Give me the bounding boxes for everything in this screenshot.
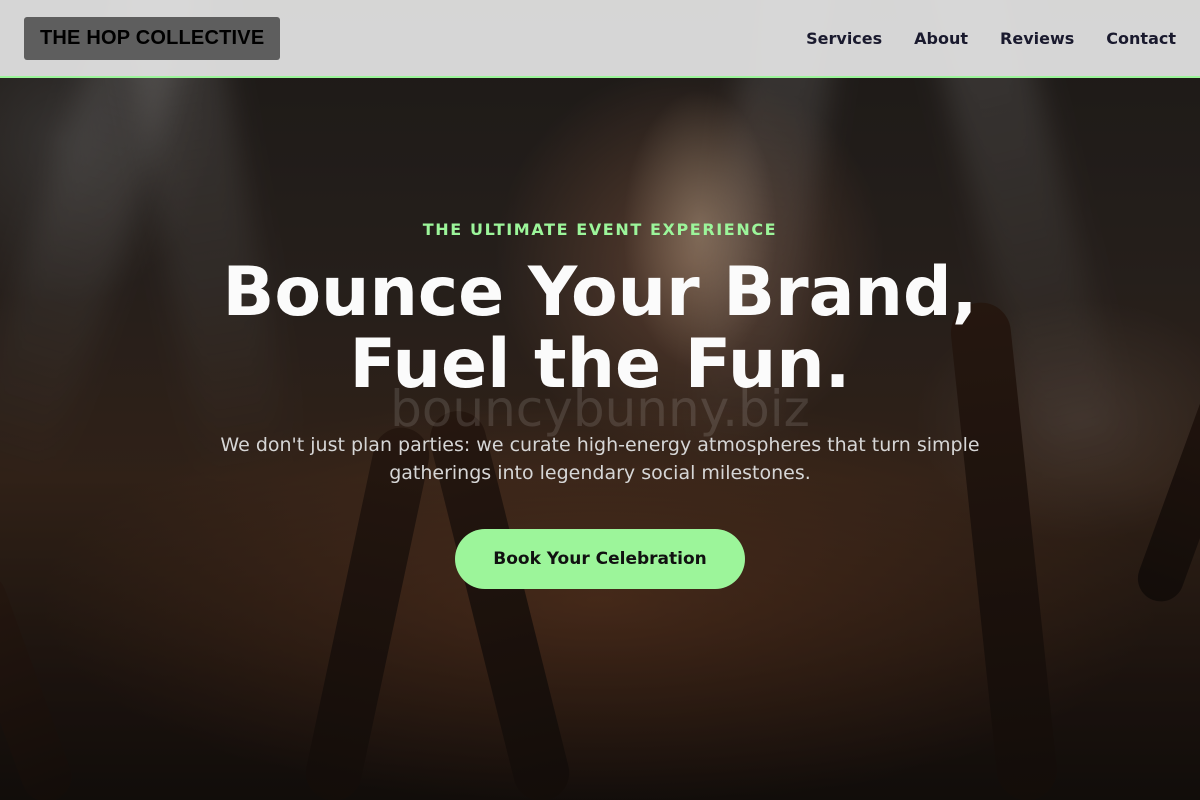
- nav-link-contact[interactable]: Contact: [1106, 29, 1176, 48]
- nav-link-reviews[interactable]: Reviews: [1000, 29, 1074, 48]
- nav-link-services[interactable]: Services: [806, 29, 882, 48]
- landing-page: THE HOP COLLECTIVE Services About Review…: [0, 0, 1200, 800]
- site-header: THE HOP COLLECTIVE Services About Review…: [0, 0, 1200, 78]
- hero-eyebrow: THE ULTIMATE EVENT EXPERIENCE: [422, 220, 778, 239]
- nav-link-about[interactable]: About: [914, 29, 968, 48]
- book-celebration-button[interactable]: Book Your Celebration: [455, 529, 745, 589]
- main-nav: Services About Reviews Contact: [806, 29, 1176, 48]
- hero-subtitle: We don't just plan parties: we curate hi…: [220, 434, 980, 484]
- hero-section: THE ULTIMATE EVENT EXPERIENCE Bounce You…: [0, 0, 1200, 800]
- brand-logo[interactable]: THE HOP COLLECTIVE: [24, 16, 281, 60]
- hero-headline: Bounce Your Brand, Fuel the Fun.: [222, 253, 978, 404]
